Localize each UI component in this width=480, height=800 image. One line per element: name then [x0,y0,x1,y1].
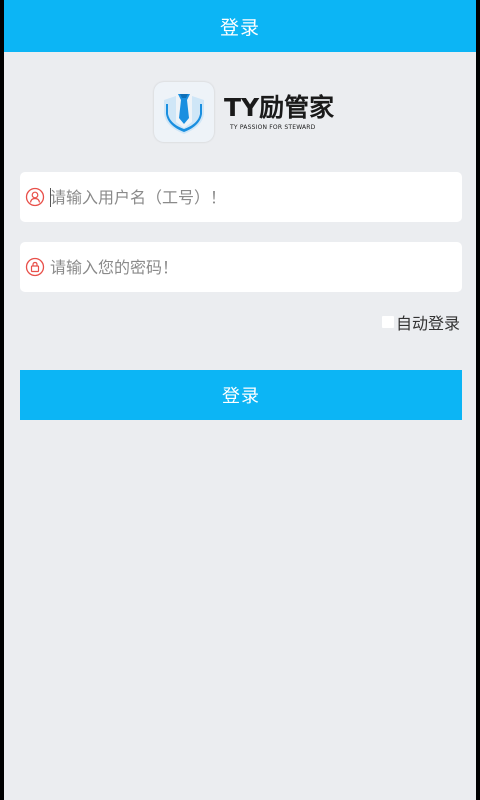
username-field[interactable] [20,172,462,222]
auto-login-toggle[interactable]: 自动登录 [381,312,460,333]
text-caret [50,188,51,207]
password-input[interactable] [50,242,450,292]
auto-login-checkbox[interactable] [381,316,394,328]
tie-icon [164,94,204,134]
page-title: 登录 [219,16,260,39]
lock-icon [25,257,45,277]
username-input[interactable] [50,172,450,222]
login-button[interactable]: 登录 [20,370,462,420]
auto-login-label: 自动登录 [395,314,460,333]
logo-badge [154,82,214,142]
user-icon [25,187,45,207]
password-field[interactable] [20,242,462,292]
app-slogan: TY PASSION FOR STEWARD [230,124,316,131]
login-screen: 登录 TY励管家 TY PASSION FOR STEWARD 请输入用户名（工… [4,0,476,800]
app-logo: TY励管家 TY PASSION FOR STEWARD [154,82,334,144]
top-bar: 登录 [4,0,476,52]
app-name: TY励管家 [224,93,335,122]
